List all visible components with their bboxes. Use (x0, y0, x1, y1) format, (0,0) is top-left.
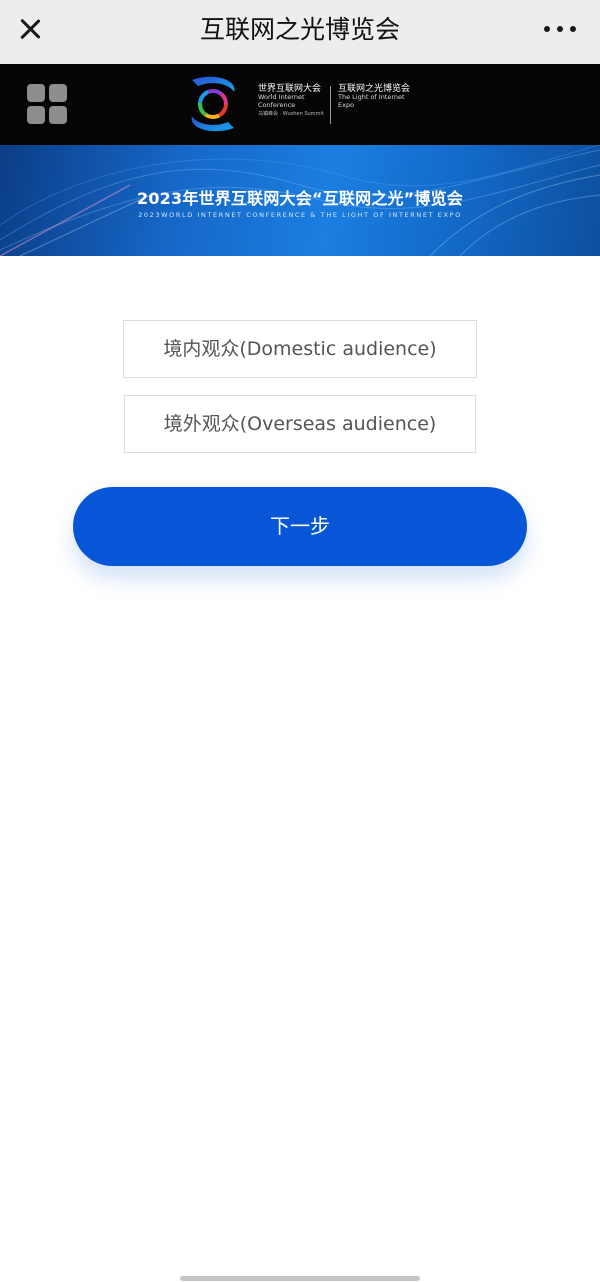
page-title: 互联网之光博览会 (199, 15, 400, 44)
close-icon[interactable] (14, 10, 48, 48)
wic-logo-icon (191, 76, 235, 132)
wic-summit: 乌镇峰会 · Wuzhen Summit (258, 111, 324, 118)
grid-menu-icon[interactable] (27, 84, 69, 126)
expo-name-en-2: Expo (338, 100, 355, 109)
top-nav-bar: 互联网之光博览会 (0, 0, 600, 64)
wic-name-en-2: Conference (258, 100, 296, 109)
overseas-audience-option[interactable]: 境外观众(Overseas audience) (124, 395, 476, 453)
site-header: 世界互联网大会 World Internet Conference 乌镇峰会 ·… (0, 64, 600, 145)
more-dots-icon[interactable] (542, 18, 578, 38)
home-indicator[interactable] (180, 1276, 420, 1281)
next-step-button[interactable]: 下一步 (73, 487, 527, 566)
banner-subtitle: 2023WORLD INTERNET CONFERENCE & THE LIGH… (138, 211, 462, 219)
wic-logo-text: 世界互联网大会 World Internet Conference 乌镇峰会 ·… (258, 84, 324, 118)
event-banner: 2023年世界互联网大会“互联网之光”博览会 2023WORLD INTERNE… (0, 145, 600, 256)
logo-divider (330, 86, 331, 124)
domestic-audience-option[interactable]: 境内观众(Domestic audience) (123, 320, 477, 378)
banner-title: 2023年世界互联网大会“互联网之光”博览会 (137, 189, 463, 208)
expo-logo-text: 互联网之光博览会 The Light of Internet Expo (338, 84, 410, 109)
